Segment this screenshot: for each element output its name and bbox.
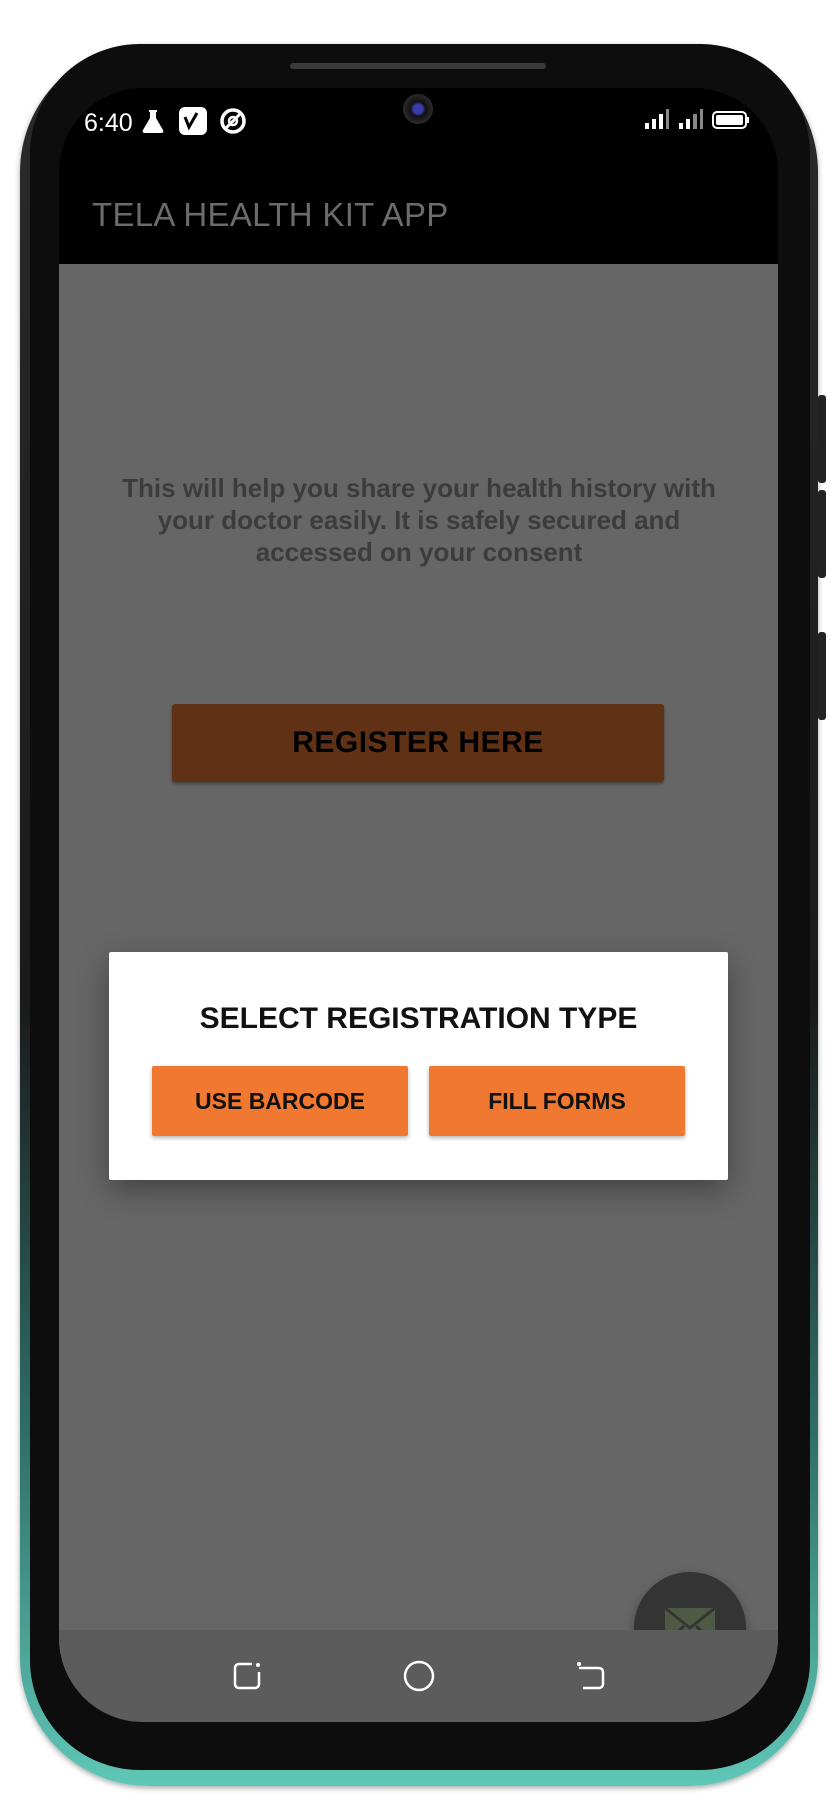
main-content: This will help you share your health his… [59,264,778,1722]
back-icon[interactable] [573,1658,609,1694]
status-notification-icons [138,106,248,136]
earpiece-speaker [290,63,546,69]
front-camera [403,94,433,124]
status-bar: 6:40 [59,88,778,158]
app-bar: TELA HEALTH KIT APP [59,158,778,264]
intro-text: This will help you share your health his… [122,473,716,567]
power-button [818,632,826,720]
vimeo-icon [178,106,208,136]
status-system-icons [644,108,750,135]
app-title: TELA HEALTH KIT APP [92,196,449,233]
register-button[interactable]: REGISTER HERE [172,704,664,782]
circle-slash-icon [218,106,248,136]
volume-down-button [818,490,826,578]
status-time: 6:40 [84,109,133,137]
navigation-bar [59,1630,778,1722]
dialog-title: SELECT REGISTRATION TYPE [199,1002,638,1035]
home-icon[interactable] [401,1658,437,1694]
battery-icon [712,110,750,135]
device-screen: 6:40 TELA HEALTH KIT APP This will help … [59,88,778,1722]
flask-icon [138,106,168,136]
use-barcode-button[interactable]: USE BARCODE [152,1066,408,1136]
fill-forms-button[interactable]: FILL FORMS [429,1066,685,1136]
signal-icon [644,108,670,135]
recent-apps-icon[interactable] [229,1658,265,1694]
volume-up-button [818,395,826,483]
signal-icon-2 [678,108,704,135]
registration-type-dialog: SELECT REGISTRATION TYPE USE BARCODE FIL… [109,952,728,1180]
